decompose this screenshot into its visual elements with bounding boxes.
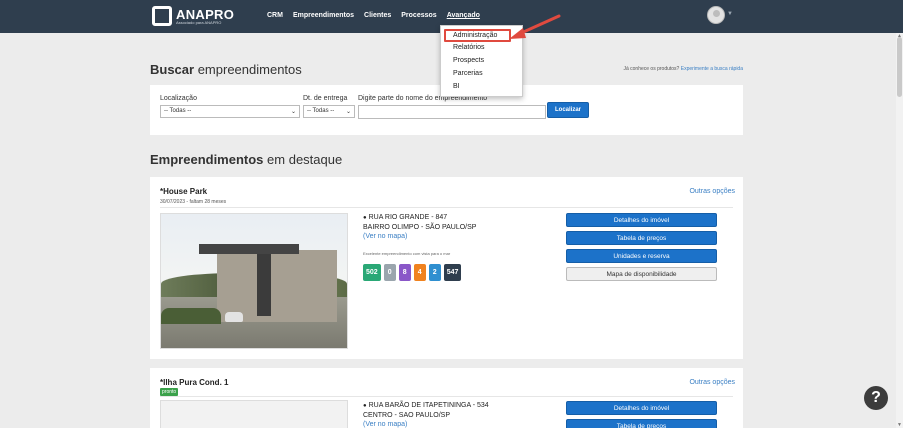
stat-badge[interactable]: 547 [443, 264, 462, 281]
nav-crm[interactable]: CRM [267, 12, 283, 19]
name-input[interactable] [358, 105, 546, 119]
location-label: Localização [160, 95, 197, 102]
delivery-date-select[interactable]: -- Todas -- ⌄ [303, 105, 355, 118]
menu-item-prospects[interactable]: Prospects [453, 57, 484, 64]
listing-photo[interactable] [160, 213, 348, 349]
menu-item-relatorios[interactable]: Relatórios [453, 44, 485, 51]
nav-empreendimentos[interactable]: Empreendimentos [293, 12, 354, 19]
listing-date: 30/07/2023 - faltam 28 meses [160, 199, 227, 205]
scrollbar-thumb[interactable] [897, 37, 902, 97]
unit-stats: 502 0 8 4 2 547 [363, 264, 462, 281]
delivery-date-label: Dt. de entrega [303, 95, 348, 102]
listing-title[interactable]: *House Park [160, 187, 207, 196]
listing-card: *Ilha Pura Cond. 1 pronto Outras opções … [150, 368, 743, 428]
featured-title: Empreendimentos em destaque [150, 152, 343, 167]
property-details-button[interactable]: Detalhes do imóvel [566, 213, 717, 227]
stat-badge[interactable]: 0 [383, 264, 396, 281]
listing-card: *House Park 30/07/2023 - faltam 28 meses… [150, 177, 743, 359]
divider [160, 207, 733, 208]
search-title: Buscar empreendimentos [150, 62, 302, 77]
view-map-link[interactable]: (Ver no mapa) [363, 232, 476, 241]
localizar-button[interactable]: Localizar [547, 102, 589, 118]
nav-clientes[interactable]: Clientes [364, 12, 391, 19]
units-reservation-button[interactable]: Unidades e reserva [566, 249, 717, 263]
location-select[interactable]: -- Todas -- ⌄ [160, 105, 300, 118]
location-pin-icon: ● [363, 403, 367, 409]
page-scrollbar[interactable]: ▲ ▼ [896, 33, 903, 428]
other-options-link[interactable]: Outras opções [689, 379, 735, 386]
annotation-arrow-icon [509, 14, 561, 39]
price-table-button[interactable]: Tabela de preços [566, 419, 717, 428]
main-nav: CRM Empreendimentos Clientes Processos A… [267, 12, 480, 19]
stat-badge[interactable]: 8 [398, 264, 411, 281]
view-map-link[interactable]: (Ver no mapa) [363, 420, 489, 428]
other-options-link[interactable]: Outras opções [689, 188, 735, 195]
quick-search-hint: Já conhece os produtos? Experimente a bu… [623, 66, 743, 72]
location-pin-icon: ● [363, 215, 367, 221]
listing-actions: Detalhes do imóvel Tabela de preços Unid… [566, 213, 717, 285]
stat-badge[interactable]: 4 [413, 264, 426, 281]
stat-badge[interactable]: 2 [428, 264, 441, 281]
divider [160, 396, 733, 397]
chevron-down-icon[interactable]: ▼ [727, 11, 733, 17]
listing-title[interactable]: *Ilha Pura Cond. 1 [160, 378, 228, 387]
nav-avancado[interactable]: Avançado [447, 12, 480, 19]
status-badge: pronto [160, 388, 179, 396]
listing-address: ● RUA RIO GRANDE - 847 BAIRRO OLIMPO - S… [363, 214, 477, 241]
brand-name: ANAPRO [176, 6, 235, 22]
menu-item-administracao[interactable]: Administração [453, 32, 497, 39]
quick-search-link[interactable]: Experimente a busca rápida [681, 66, 743, 72]
brand-logo[interactable]: ANAPRO Associado para ANAPRO [152, 6, 234, 26]
chevron-down-icon: ⌄ [290, 109, 296, 115]
property-details-button[interactable]: Detalhes do imóvel [566, 401, 717, 415]
availability-map-button[interactable]: Mapa de disponibilidade [566, 267, 717, 281]
menu-item-bi[interactable]: BI [453, 83, 460, 90]
user-avatar[interactable] [707, 6, 725, 24]
scroll-down-icon[interactable]: ▼ [897, 422, 902, 428]
chevron-down-icon: ⌄ [345, 109, 351, 115]
help-button[interactable]: ? [864, 386, 888, 410]
nav-processos[interactable]: Processos [401, 12, 436, 19]
menu-item-parcerias[interactable]: Parcerias [453, 70, 483, 77]
listing-actions: Detalhes do imóvel Tabela de preços [566, 401, 717, 428]
listing-description: Excelente empreendimento com vista para … [363, 251, 451, 256]
stat-badge[interactable]: 502 [363, 264, 381, 281]
listing-photo[interactable] [160, 400, 348, 428]
price-table-button[interactable]: Tabela de preços [566, 231, 717, 245]
listing-address: ● RUA BARÃO DE ITAPETININGA - 534 CENTRO… [363, 402, 489, 428]
logo-icon [152, 6, 172, 26]
